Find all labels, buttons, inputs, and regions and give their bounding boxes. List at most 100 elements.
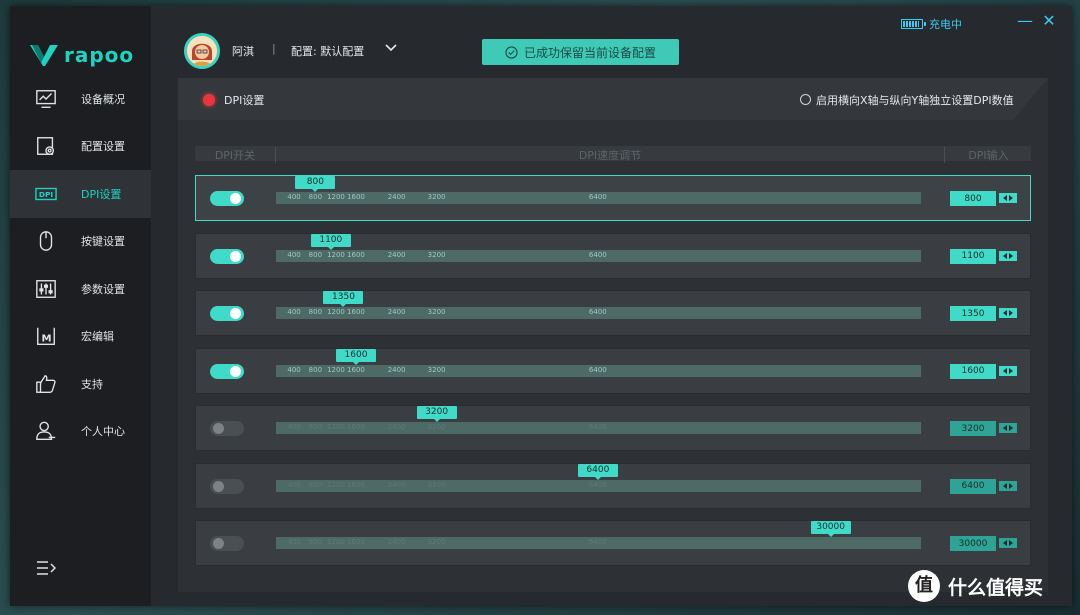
dpi-toggle[interactable] <box>210 536 244 551</box>
slider-tick-label: 1600 <box>347 480 365 489</box>
dpi-input[interactable] <box>950 421 996 436</box>
dpi-slider-track[interactable]: 400 800 1200 1600 2400 3200 6400 800 <box>276 176 921 204</box>
slider-tick-label: 800 <box>308 308 323 316</box>
dpi-toggle[interactable] <box>210 478 244 494</box>
slider-tick-label: 6400 <box>588 250 607 259</box>
sidebar-item-params[interactable]: 参数设置 <box>10 265 151 313</box>
dpi-toggle[interactable] <box>210 421 244 436</box>
slider-tick-label: 1200 <box>327 365 345 374</box>
dpi-row[interactable]: 400 800 1200 1600 2400 3200 6400 6400 <box>195 462 1031 509</box>
decrement-arrow-icon[interactable] <box>1003 367 1007 374</box>
dpi-input[interactable] <box>950 536 996 551</box>
monitor-chart-icon <box>34 87 58 111</box>
sidebar-item-profile[interactable]: 个人中心 <box>10 408 151 456</box>
minimize-button[interactable]: — <box>1016 12 1034 30</box>
dpi-input[interactable] <box>950 306 996 321</box>
dpi-input[interactable] <box>950 363 996 379</box>
xy-independent-radio[interactable] <box>800 94 811 105</box>
dpi-slider-handle[interactable]: 1100 <box>310 233 351 250</box>
dpi-toggle[interactable] <box>210 191 244 206</box>
slider-tick-label: 1200 <box>327 538 345 546</box>
header: 阿淇 | 配置: 默认配置 已成功保留当前设备配置 充电中 — ✕ <box>151 6 1072 86</box>
increment-arrow-icon[interactable] <box>1009 195 1013 201</box>
dpi-slider-handle[interactable]: 3200 <box>416 406 457 422</box>
dpi-stepper[interactable] <box>999 308 1017 318</box>
sidebar-item-label: 配置设置 <box>81 140 125 154</box>
xy-independent-label[interactable]: 启用横向X轴与纵向Y轴独立设置DPI数值 <box>816 92 1014 108</box>
sidebar-item-dpi[interactable]: DPI DPI设置 <box>10 170 151 218</box>
decrement-arrow-icon[interactable] <box>1003 195 1007 201</box>
increment-arrow-icon[interactable] <box>1009 425 1013 431</box>
dpi-row[interactable]: 400 800 1200 1600 2400 3200 6400 30000 <box>195 520 1031 566</box>
decrement-arrow-icon[interactable] <box>1003 425 1007 431</box>
chevron-down-icon[interactable] <box>384 41 398 55</box>
dpi-icon: DPI <box>34 182 58 206</box>
slider-tick-label: 2400 <box>387 365 406 374</box>
decrement-arrow-icon[interactable] <box>1003 310 1007 316</box>
column-header-slider: DPI速度调节 <box>275 147 945 163</box>
slider-tick-label: 2400 <box>387 423 406 431</box>
slider-tick-label: 800 <box>308 480 323 489</box>
battery-status: 充电中 <box>901 16 962 32</box>
decrement-arrow-icon[interactable] <box>1003 540 1007 546</box>
sidebar-item-macro[interactable]: M 宏编辑 <box>10 313 151 361</box>
dpi-slider-track[interactable]: 400 800 1200 1600 2400 3200 6400 1600 <box>276 348 921 377</box>
brand-name: rapoo <box>64 43 135 67</box>
dpi-stepper[interactable] <box>999 480 1017 491</box>
increment-arrow-icon[interactable] <box>1009 310 1013 316</box>
dpi-input[interactable] <box>950 478 996 494</box>
dpi-slider-track[interactable]: 400 800 1200 1600 2400 3200 6400 30000 <box>276 521 921 549</box>
sidebar-item-label: 参数设置 <box>81 282 125 296</box>
sidebar-item-config[interactable]: 配置设置 <box>10 123 151 171</box>
dpi-stepper[interactable] <box>999 250 1017 261</box>
profile-selector[interactable]: 配置: 默认配置 <box>291 43 364 59</box>
slider-tick-label: 400 <box>287 250 301 259</box>
decrement-arrow-icon[interactable] <box>1003 252 1007 259</box>
decrement-arrow-icon[interactable] <box>1003 482 1007 489</box>
dpi-input[interactable] <box>950 191 996 206</box>
dpi-stepper[interactable] <box>999 365 1017 376</box>
increment-arrow-icon[interactable] <box>1009 482 1013 489</box>
dpi-input[interactable] <box>950 248 996 264</box>
dpi-stepper[interactable] <box>999 423 1017 433</box>
dpi-stepper[interactable] <box>999 193 1017 203</box>
slider-tick-label: 400 <box>287 538 301 546</box>
dpi-slider-track[interactable]: 400 800 1200 1600 2400 3200 6400 6400 <box>276 463 921 492</box>
sidebar-item-buttons[interactable]: 按键设置 <box>10 218 151 266</box>
slider-tick-label: 2400 <box>387 193 406 201</box>
dpi-slider-handle[interactable]: 6400 <box>577 463 618 480</box>
slider-tick-label: 3200 <box>427 308 446 316</box>
dpi-slider-handle[interactable]: 1350 <box>323 291 364 307</box>
dpi-row[interactable]: 400 800 1200 1600 2400 3200 6400 3200 <box>195 405 1031 451</box>
dpi-slider-track[interactable]: 400 800 1200 1600 2400 3200 6400 1350 <box>276 291 921 319</box>
rapoo-logo-mark-icon <box>30 45 58 66</box>
dpi-toggle[interactable] <box>210 363 244 379</box>
increment-arrow-icon[interactable] <box>1009 367 1013 374</box>
dpi-toggle[interactable] <box>210 248 244 264</box>
slider-tick-label: 400 <box>287 308 301 316</box>
dpi-row[interactable]: 400 800 1200 1600 2400 3200 6400 1600 <box>195 347 1031 394</box>
app-window: rapoo 设备概况 配置设置 DPI DPI设置 按键设置 参数设置 M 宏编… <box>10 6 1072 606</box>
dpi-row[interactable]: 400 800 1200 1600 2400 3200 6400 1350 <box>195 290 1031 336</box>
sidebar-item-overview[interactable]: 设备概况 <box>10 75 151 123</box>
avatar[interactable] <box>184 33 220 69</box>
dpi-slider-track[interactable]: 400 800 1200 1600 2400 3200 6400 1100 <box>276 233 921 262</box>
collapse-menu-icon[interactable] <box>36 558 57 578</box>
dpi-row[interactable]: 400 800 1200 1600 2400 3200 6400 1100 <box>195 232 1031 279</box>
increment-arrow-icon[interactable] <box>1009 540 1013 546</box>
slider-tick-label: 800 <box>308 423 323 431</box>
dpi-row[interactable]: 400 800 1200 1600 2400 3200 6400 800 <box>195 175 1031 221</box>
dpi-slider-handle[interactable]: 800 <box>295 176 336 192</box>
slider-tick-label: 1200 <box>327 250 345 259</box>
dpi-toggle[interactable] <box>210 306 244 321</box>
close-button[interactable]: ✕ <box>1040 12 1058 30</box>
slider-tick-label: 6400 <box>588 538 607 546</box>
status-indicator-icon <box>203 94 215 106</box>
dpi-stepper[interactable] <box>999 538 1017 548</box>
slider-tick-label: 400 <box>287 423 301 431</box>
dpi-slider-handle[interactable]: 30000 <box>810 521 851 537</box>
increment-arrow-icon[interactable] <box>1009 252 1013 259</box>
dpi-slider-track[interactable]: 400 800 1200 1600 2400 3200 6400 3200 <box>276 406 921 434</box>
sidebar-item-support[interactable]: 支持 <box>10 360 151 408</box>
dpi-slider-handle[interactable]: 1600 <box>335 348 376 365</box>
